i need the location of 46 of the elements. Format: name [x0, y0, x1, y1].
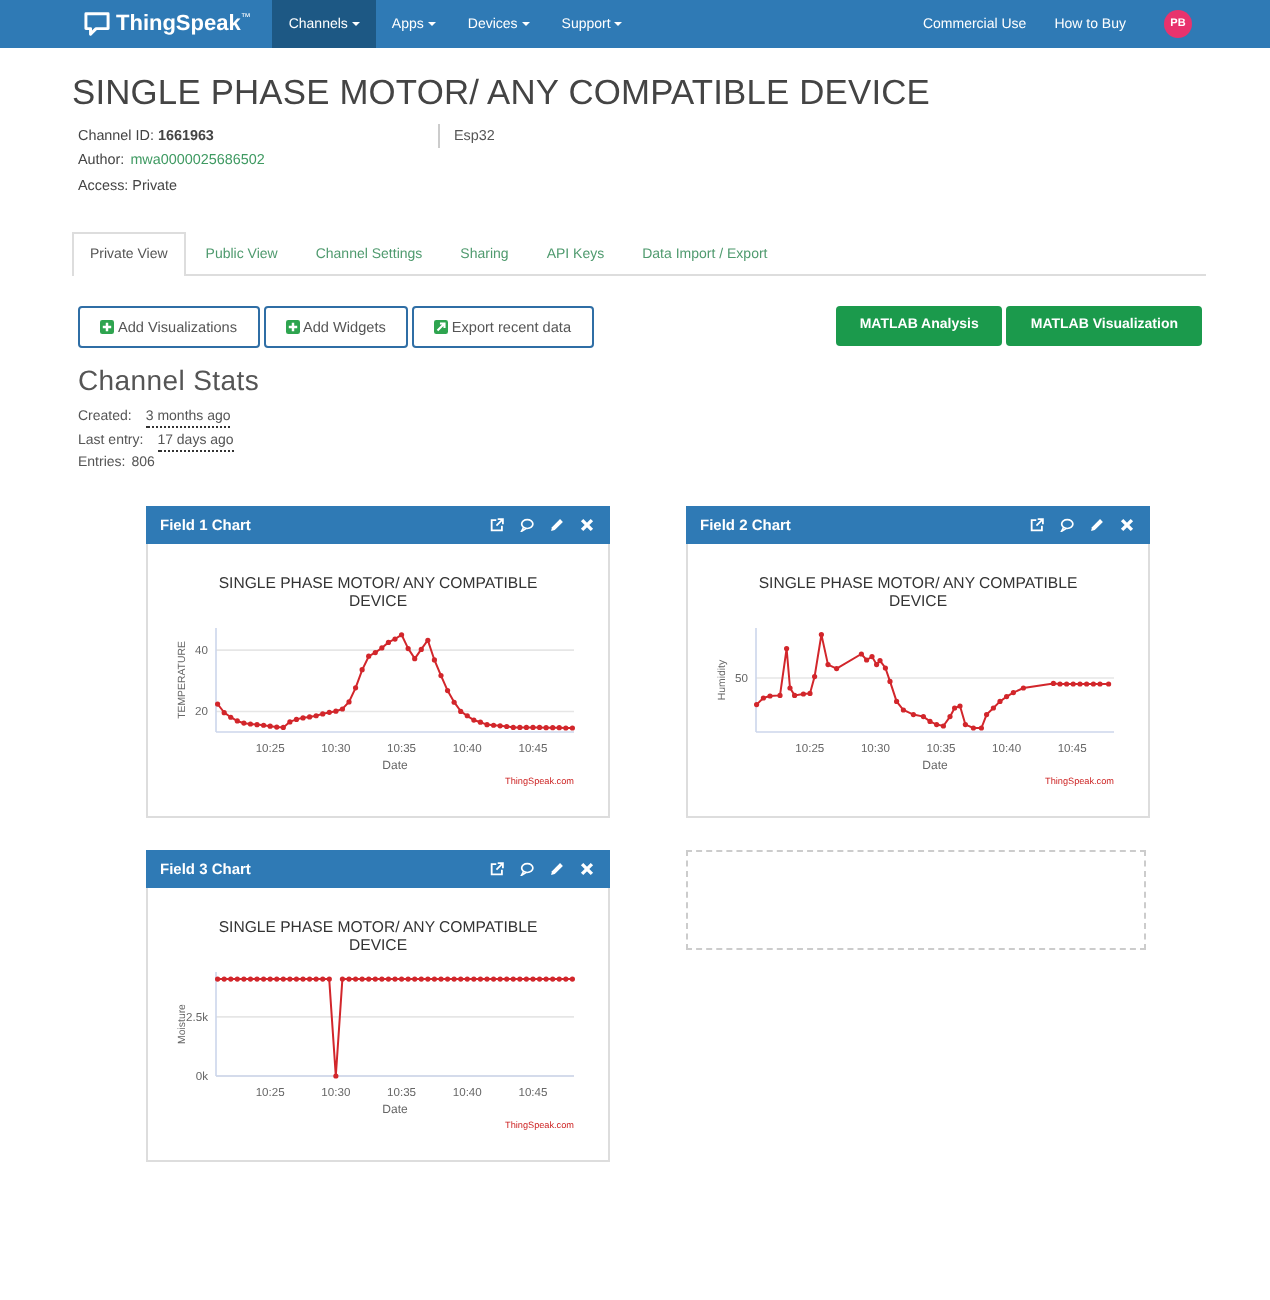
- data-point: [834, 666, 840, 672]
- pencil-icon[interactable]: [1090, 518, 1104, 533]
- data-point: [444, 688, 451, 694]
- caret-icon: [351, 22, 360, 26]
- comment-icon[interactable]: [1060, 518, 1074, 533]
- plus-square-icon: [100, 319, 114, 334]
- comment-icon[interactable]: [520, 518, 534, 533]
- data-point: [333, 1074, 339, 1080]
- data-point: [900, 708, 906, 714]
- pencil-icon[interactable]: [550, 862, 564, 877]
- close-icon[interactable]: [580, 862, 594, 877]
- external-link-icon[interactable]: [490, 518, 504, 533]
- data-point: [818, 632, 824, 638]
- arrow-square-icon: [433, 319, 448, 334]
- close-icon[interactable]: [580, 518, 594, 533]
- comment-icon[interactable]: [520, 862, 534, 877]
- plus-square-icon: [285, 319, 299, 334]
- caret-icon: [427, 22, 436, 26]
- data-point: [812, 674, 818, 680]
- data-point: [777, 693, 783, 699]
- external-link-icon[interactable]: [1030, 518, 1044, 533]
- data-point: [887, 679, 893, 685]
- data-point: [405, 646, 411, 652]
- speech-bubble-icon: [84, 12, 110, 36]
- data-point: [425, 638, 431, 644]
- data-point: [353, 686, 359, 692]
- data-point: [451, 700, 457, 706]
- data-point: [418, 647, 424, 653]
- caret-icon: [521, 22, 530, 26]
- data-point: [438, 673, 444, 679]
- data-point: [910, 712, 916, 718]
- stats-heading: Channel Stats: [78, 361, 262, 398]
- pencil-icon[interactable]: [550, 518, 564, 533]
- channel-title: SINGLE PHASE MOTOR/ ANY COMPATIBLE DEVICE: [72, 72, 932, 112]
- data-point: [359, 667, 365, 674]
- external-link-icon[interactable]: [490, 862, 504, 877]
- close-icon[interactable]: [1120, 518, 1134, 533]
- caret-icon: [614, 22, 623, 26]
- data-point: [825, 662, 831, 668]
- data-point: [431, 658, 437, 664]
- data-point: [1106, 682, 1112, 688]
- data-point: [784, 646, 790, 652]
- data-point: [1020, 686, 1026, 692]
- data-point: [412, 656, 418, 663]
- data-point: [894, 699, 900, 705]
- logo-text[interactable]: ThingSpeak$^{™}$: [116, 12, 251, 36]
